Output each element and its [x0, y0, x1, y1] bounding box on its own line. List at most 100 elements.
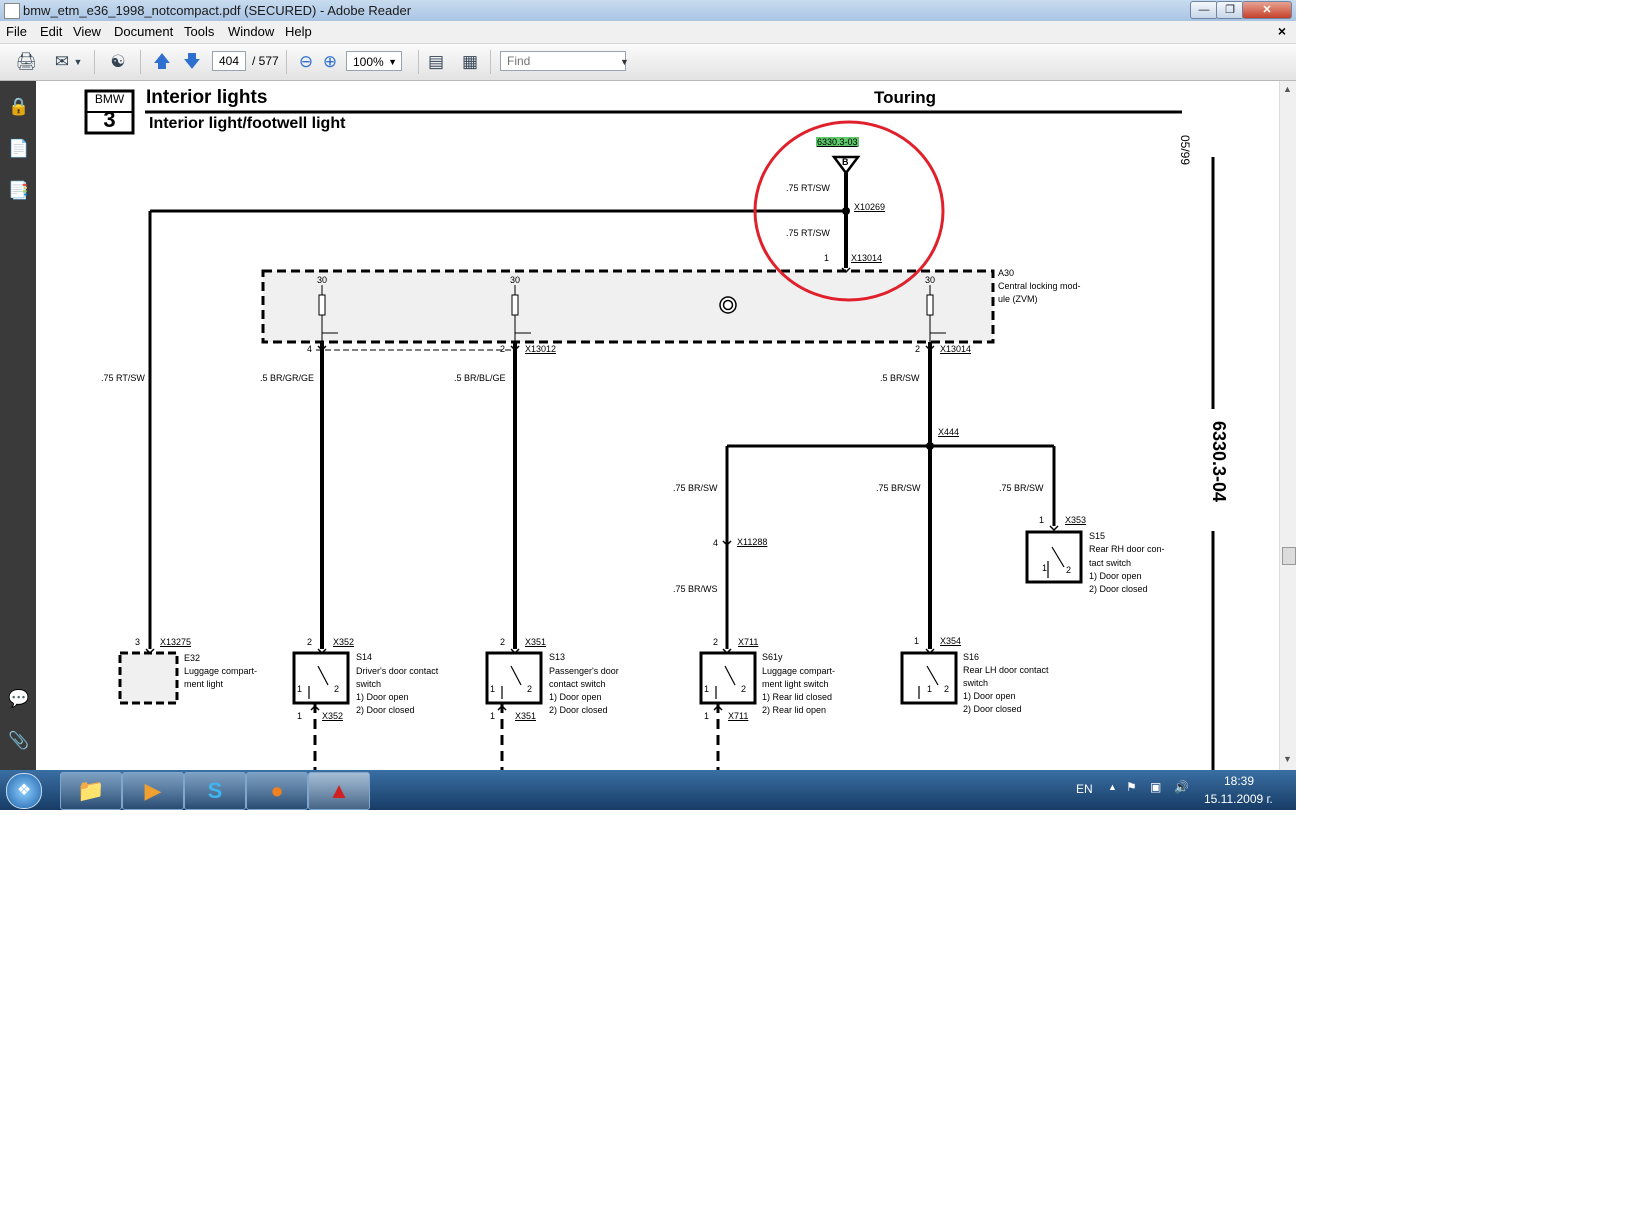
language-indicator[interactable]: EN: [1076, 782, 1093, 796]
state-label: 1) Door open: [1089, 571, 1142, 581]
close-document-icon[interactable]: ×: [1278, 23, 1286, 39]
wire-label: .75 RT/SW: [101, 373, 145, 383]
state-label: 2) Rear lid open: [762, 705, 827, 715]
toolbar: 🖨 ✉ ▼ ☯ 🡅 🡇 / 577 ⊖ ⊕ 100%▼ ▤ ▦ ▼: [0, 44, 1296, 81]
navigation-pane: 🔒 📄 📑 💬 📎: [0, 81, 36, 770]
connector-label: X13275: [160, 637, 192, 647]
pages-icon[interactable]: 📄: [8, 139, 29, 159]
menu-document[interactable]: Document: [114, 24, 173, 39]
diagram-subtitle: Interior light/footwell light: [149, 115, 346, 132]
scroll-up-icon[interactable]: ▲: [1283, 84, 1292, 94]
firefox-icon: ●: [270, 778, 284, 803]
switch-terminal: 2: [944, 684, 950, 694]
menu-view[interactable]: View: [73, 24, 101, 39]
connector-label: X13012: [525, 344, 557, 354]
component-label: S61y: [762, 652, 783, 662]
page-total: / 577: [252, 54, 279, 68]
wire-label: .75 BR/WS: [673, 584, 718, 594]
previous-page-icon[interactable]: 🡅: [150, 50, 174, 74]
page-number-input[interactable]: [212, 51, 246, 71]
connector-label: X351: [515, 711, 537, 721]
comments-icon[interactable]: 💬: [8, 689, 29, 709]
skype-taskbar-button[interactable]: S: [184, 772, 246, 810]
find-dropdown-icon[interactable]: ▼: [620, 57, 629, 67]
revision-date: 05/99: [1178, 135, 1192, 166]
switch-terminal: 1: [1042, 563, 1048, 573]
find-input[interactable]: [500, 51, 626, 71]
wire-label: .75 RT/SW: [786, 228, 830, 238]
firefox-taskbar-button[interactable]: ●: [246, 772, 308, 810]
next-page-icon[interactable]: 🡇: [180, 50, 204, 74]
pdf-app-icon: [4, 3, 20, 19]
component-desc: Passenger's door: [549, 666, 619, 676]
minimize-button[interactable]: —: [1190, 1, 1218, 19]
adobe-reader-icon: ▲: [328, 778, 350, 803]
close-button[interactable]: ✕: [1242, 1, 1292, 19]
email-icon[interactable]: ✉: [50, 50, 74, 74]
start-button[interactable]: ❖: [6, 773, 42, 809]
wire-label: .5 BR/GR/GE: [260, 373, 315, 383]
folder-icon: 📁: [77, 778, 105, 803]
taskbar: ❖ 📁 ▶ S ● ▲ EN ▲ ⚑ ▣ 🔊 18:39 15.11.2009 …: [0, 770, 1296, 810]
full-screen-icon[interactable]: ▦: [458, 50, 482, 74]
connector-label: X444: [938, 427, 960, 437]
component-label: S13: [549, 652, 566, 662]
zoom-in-icon[interactable]: ⊕: [318, 50, 342, 74]
reference-code[interactable]: 6330.3-03: [816, 137, 859, 147]
network-icon[interactable]: ▣: [1150, 780, 1161, 794]
wire-label: .75 BR/SW: [876, 483, 921, 493]
pin-label: 1: [490, 711, 496, 721]
reference-letter: B: [842, 157, 849, 167]
component-desc: Luggage compart-: [762, 666, 836, 676]
component-desc: Luggage compart-: [184, 666, 258, 676]
switch-terminal: 1: [927, 684, 933, 694]
pin-label: 30: [510, 275, 521, 285]
wire-label: .75 BR/SW: [673, 483, 718, 493]
zoom-select[interactable]: 100% ▼: [346, 51, 402, 71]
connector-label: X11288: [737, 537, 768, 547]
scroll-down-icon[interactable]: ▼: [1283, 754, 1292, 764]
collaborate-icon[interactable]: ☯: [106, 50, 130, 74]
volume-icon[interactable]: 🔊: [1174, 780, 1189, 794]
zoom-out-icon[interactable]: ⊖: [294, 50, 318, 74]
print-icon[interactable]: 🖨: [14, 50, 38, 74]
adobe-reader-window: bmw_etm_e36_1998_notcompact.pdf (SECURED…: [0, 0, 1296, 810]
menu-edit[interactable]: Edit: [40, 24, 62, 39]
state-label: 1) Door open: [549, 692, 602, 702]
show-hidden-icons[interactable]: ▲: [1108, 782, 1117, 792]
action-center-flag-icon[interactable]: ⚑: [1126, 780, 1137, 794]
connector-label: X351: [525, 637, 547, 647]
explorer-taskbar-button[interactable]: 📁: [60, 772, 122, 810]
lock-icon[interactable]: 🔒: [8, 97, 29, 117]
scroll-thumb[interactable]: [1282, 547, 1296, 565]
pin-label: 2: [713, 637, 719, 647]
pin-label: 1: [1039, 515, 1045, 525]
title-bar: bmw_etm_e36_1998_notcompact.pdf (SECURED…: [0, 0, 1296, 21]
component-label: S14: [356, 652, 373, 662]
diagram-variant: Touring: [874, 88, 936, 107]
email-dropdown-icon[interactable]: ▼: [72, 50, 84, 74]
menu-help[interactable]: Help: [285, 24, 312, 39]
adobe-reader-taskbar-button[interactable]: ▲: [308, 772, 370, 810]
clock-date[interactable]: 15.11.2009 г.: [1204, 792, 1273, 806]
menu-window[interactable]: Window: [228, 24, 274, 39]
switch-terminal: 1: [297, 684, 303, 694]
menu-file[interactable]: File: [6, 24, 27, 39]
vertical-scrollbar[interactable]: ▲ ▼: [1279, 81, 1296, 770]
pin-label: 3: [135, 637, 141, 647]
switch-terminal: 1: [704, 684, 710, 694]
wire-label: .5 BR/BL/GE: [454, 373, 506, 383]
media-player-taskbar-button[interactable]: ▶: [122, 772, 184, 810]
component-desc: Central locking mod-: [998, 281, 1081, 291]
pin-label: 2: [915, 344, 921, 354]
menu-tools[interactable]: Tools: [184, 24, 214, 39]
bookmarks-icon[interactable]: 📑: [8, 181, 29, 201]
brand-label: BMW: [94, 92, 125, 106]
clock-time[interactable]: 18:39: [1224, 774, 1254, 788]
pin-label: 1: [914, 636, 920, 646]
attachments-icon[interactable]: 📎: [8, 731, 29, 751]
restore-button[interactable]: ❐: [1216, 1, 1244, 19]
state-label: 2) Door closed: [1089, 584, 1148, 594]
component-desc: contact switch: [549, 679, 606, 689]
fit-page-icon[interactable]: ▤: [424, 50, 448, 74]
